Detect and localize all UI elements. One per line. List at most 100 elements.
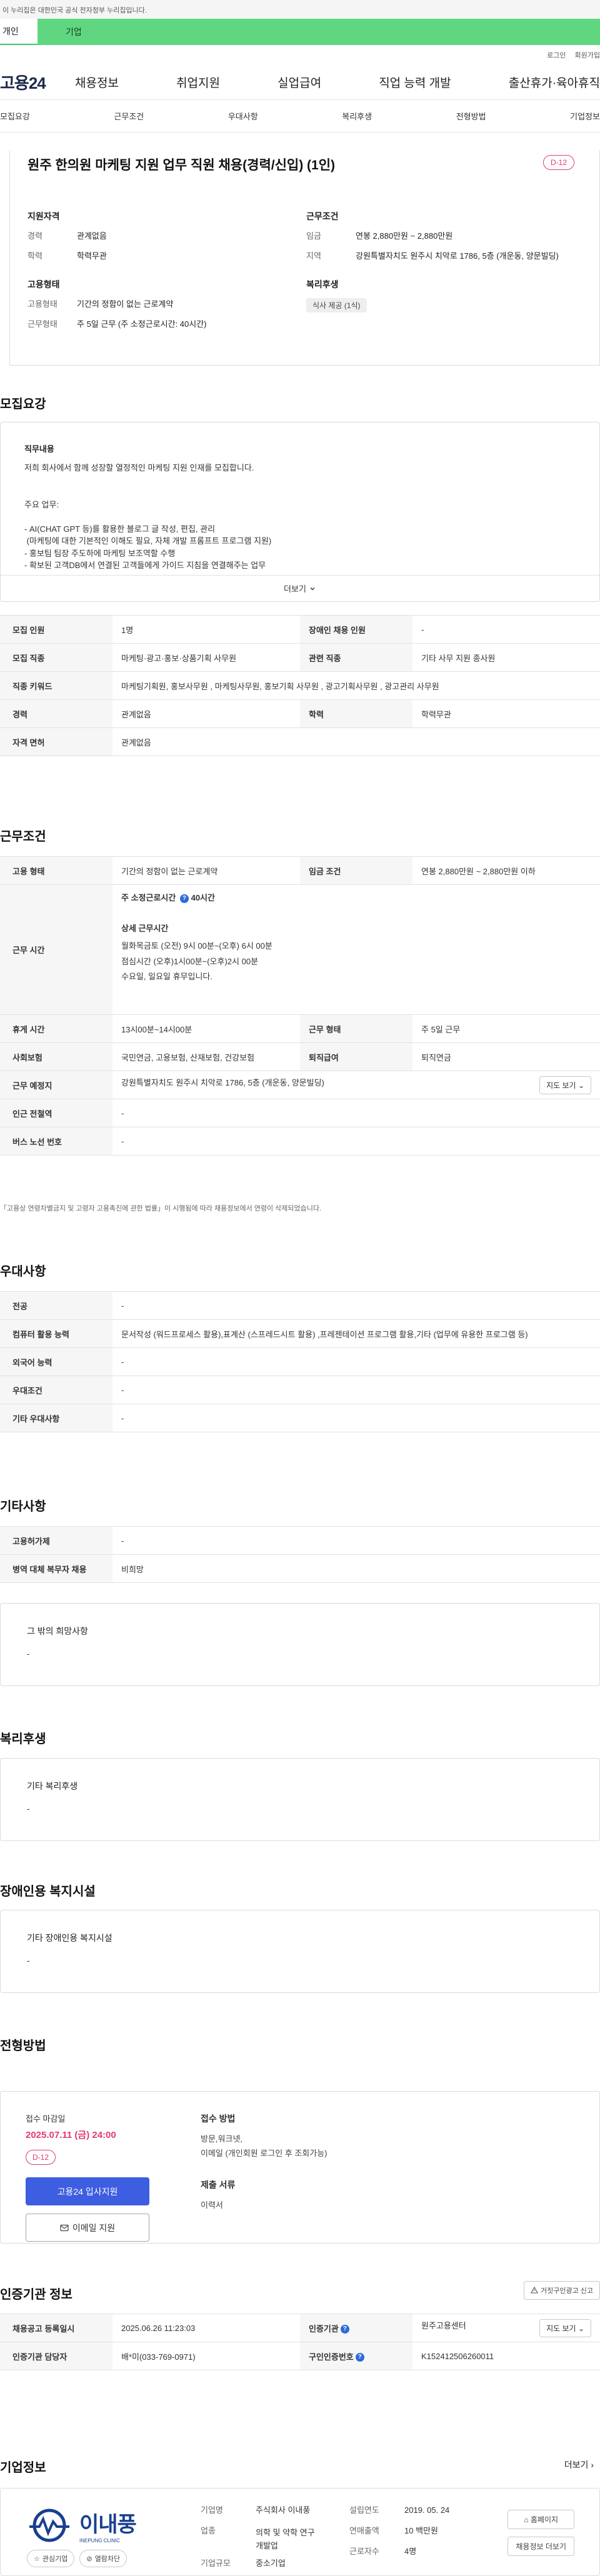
major-value: - [112, 1291, 600, 1320]
gnb-menu: 채용정보 취업지원 실업급여 직업 능력 개발 출산휴가·육아휴직 [75, 74, 600, 91]
info-icon[interactable]: ? [179, 894, 189, 903]
info-icon[interactable]: ? [340, 2325, 349, 2334]
weekly-hours-label: 주 소정근로시간 [121, 893, 176, 902]
company-logo-sub: INEPUNG CLINIC [79, 2538, 120, 2544]
work-time-cell: 주 소정근로시간 ? 40시간 상세 근무시간 월화목금토 (오전) 9시 00… [112, 884, 600, 1015]
table-row: 병역 대체 복무자 채용 비희망 [0, 1554, 600, 1583]
job-category-value: 마케팅·광고·홍보·상품기획 사무원 [112, 643, 300, 672]
cert-map-button[interactable]: 지도 보기 ⌄ [539, 2319, 591, 2337]
license-value: 관계없음 [112, 727, 600, 756]
utility-bar: 로그인 회원가입 [0, 45, 600, 65]
apply-button[interactable]: 고용24 입사지원 [26, 2177, 149, 2205]
company-more-link[interactable]: 더보기 › [564, 2459, 594, 2471]
military-service-label: 병역 대체 복무자 채용 [0, 1554, 112, 1583]
industry-label: 업종 [201, 2526, 216, 2535]
subnav-company[interactable]: 기업정보 [570, 110, 600, 122]
false-ad-report-button[interactable]: 거짓구인광고 신고 [523, 2281, 600, 2300]
company-more-label: 더보기 [564, 2460, 589, 2470]
job-description-card: 직무내용 저희 회사에서 함께 성장할 열정적인 마케팅 지원 인재를 모집합니… [0, 422, 600, 602]
welfare-chip: 식사 제공 (1식) [306, 298, 367, 312]
break-time-label: 휴게 시간 [0, 1014, 112, 1043]
cert-org-label: 인증기관 [309, 2324, 339, 2334]
qualification-block: 지원자격 경력 관계없음 학력 학력무관 [28, 210, 306, 269]
info-icon[interactable]: ? [355, 2353, 364, 2362]
deadline-value: 2025.07.11 (금) 24:00 [26, 2130, 116, 2140]
subnav-welfare[interactable]: 복리후생 [342, 110, 372, 122]
gnb-item-jobs[interactable]: 채용정보 [75, 74, 119, 91]
job-description-heading: 직무내용 [24, 444, 54, 454]
company-jobs-button[interactable]: 채용정보 더보기 [508, 2537, 574, 2556]
section-title-conditions: 근무조건 [0, 830, 46, 844]
gnb-item-employment-support[interactable]: 취업지원 [176, 74, 220, 91]
block-view-label: 열람차단 [94, 2555, 121, 2563]
education-value: 학력무관 [77, 251, 107, 261]
homepage-button[interactable]: ⌂ 홈페이지 [508, 2510, 574, 2529]
cert-manager-value: 배*미(033-769-0971) [112, 2342, 300, 2370]
disabled-hire-value: - [412, 615, 600, 644]
sales-label: 연매출액 [349, 2526, 379, 2535]
section-title-disabled-facilities: 장애인용 복지시설 [0, 1885, 96, 1899]
detail-hours-heading: 상세 근무시간 [121, 924, 169, 933]
more-button[interactable]: 더보기 [1, 575, 599, 601]
map-button[interactable]: 지도 보기 ⌄ [539, 1076, 591, 1094]
false-ad-report-label: 거짓구인광고 신고 [540, 2287, 593, 2295]
table-row: 인근 전철역 - [0, 1099, 600, 1127]
subnav-recruit[interactable]: 모집요강 [0, 110, 30, 122]
career-label: 경력 [28, 231, 42, 241]
employment-type-label: 고용형태 [28, 299, 58, 309]
section-title-cert: 인증기관 정보 [0, 2288, 72, 2302]
subway-value: - [112, 1099, 600, 1127]
tab-individual[interactable]: 개인 [0, 19, 38, 45]
education-label: 학력 [28, 251, 42, 261]
cert-org-value: 원주고용센터 [421, 2320, 466, 2330]
email-apply-button[interactable]: 이메일 지원 [26, 2214, 149, 2242]
table-row: 버스 노선 번호 - [0, 1127, 600, 1156]
section-title-other: 기타사항 [0, 1500, 46, 1514]
gnb-item-skills[interactable]: 직업 능력 개발 [379, 74, 451, 91]
recruit-count-value: 1명 [112, 615, 300, 644]
table-row: 휴게 시간 13시00분~14시00분 근무 형태 주 5일 근무 [0, 1014, 600, 1043]
join-link[interactable]: 회원가입 [575, 50, 600, 60]
region-label: 지역 [306, 251, 321, 261]
subnav-conditions[interactable]: 근무조건 [114, 110, 144, 122]
home-icon: ⌂ [524, 2515, 529, 2524]
disabled-facilities-title: 기타 장애인용 복지시설 [27, 1933, 112, 1943]
disabled-facilities-value: - [27, 1955, 30, 1965]
recruit-count-label: 모집 인원 [0, 615, 112, 644]
job-posting-page: 이 누리집은 대한민국 공식 전자정부 누리집입니다. 개인 기업 로그인 회원… [0, 0, 600, 2576]
table-row: 모집 직종 마케팅·광고·홍보·상품기획 사무원 관련 직종 기타 사무 지원 … [0, 643, 600, 672]
company-action-buttons: ☆ 관심기업 ⊘ 열람차단 [27, 2550, 128, 2567]
work-time-label: 근무 시간 [0, 884, 112, 1015]
table-row: 자격 면허 관계없음 [0, 727, 600, 756]
bus-label: 버스 노선 번호 [0, 1127, 112, 1156]
global-nav: 고용24 채용정보 취업지원 실업급여 직업 능력 개발 출산휴가·육아휴직 [0, 65, 600, 100]
registered-at-value: 2025.06.26 11:23:03 [112, 2314, 300, 2342]
table-row: 우대조건 - [0, 1375, 600, 1404]
subnav-preference[interactable]: 우대사항 [228, 110, 258, 122]
founded-label: 설립연도 [349, 2505, 379, 2515]
preference-condition-label: 우대조건 [0, 1375, 112, 1404]
subnav-process[interactable]: 전형방법 [456, 110, 486, 122]
cert-map-button-label: 지도 보기 [546, 2324, 576, 2333]
documents-heading: 제출 서류 [201, 2179, 236, 2190]
more-button-label: 더보기 [284, 584, 306, 594]
founded-value: 2019. 05. 24 [404, 2505, 450, 2515]
block-view-button[interactable]: ⊘ 열람차단 [79, 2550, 128, 2567]
site-logo[interactable]: 고용24 [0, 71, 75, 94]
company-name-label: 기업명 [201, 2505, 223, 2515]
recruit-table: 모집 인원 1명 장애인 채용 인원 - 모집 직종 마케팅·광고·홍보·상품기… [0, 615, 600, 756]
tab-business[interactable]: 기업 [38, 19, 600, 45]
cert-number-label: 구인인증번호 [309, 2352, 354, 2362]
section-title-company: 기업정보 [0, 2461, 46, 2475]
report-icon [531, 2287, 538, 2294]
table-row: 경력 관계없음 학력 학력무관 [0, 699, 600, 728]
gnb-item-unemployment-benefit[interactable]: 실업급여 [278, 74, 321, 91]
career-label: 경력 [0, 699, 112, 728]
workplace-cell: 강원특별자치도 원주시 치악로 1786, 5층 (개운동, 양문빌딩) 지도 … [112, 1071, 600, 1099]
table-row: 컴퓨터 활용 능력 문서작성 (워드프로세스 활용),표계산 (스프레드시트 활용… [0, 1319, 600, 1348]
qualification-heading: 지원자격 [28, 211, 60, 221]
summary-card: 원주 한의원 마케팅 지원 업무 직원 채용(경력/신입) (1인) D-12 … [9, 150, 600, 366]
login-link[interactable]: 로그인 [547, 50, 566, 60]
favorite-company-button[interactable]: ☆ 관심기업 [27, 2550, 75, 2567]
gnb-item-leave[interactable]: 출산휴가·육아휴직 [509, 74, 600, 91]
